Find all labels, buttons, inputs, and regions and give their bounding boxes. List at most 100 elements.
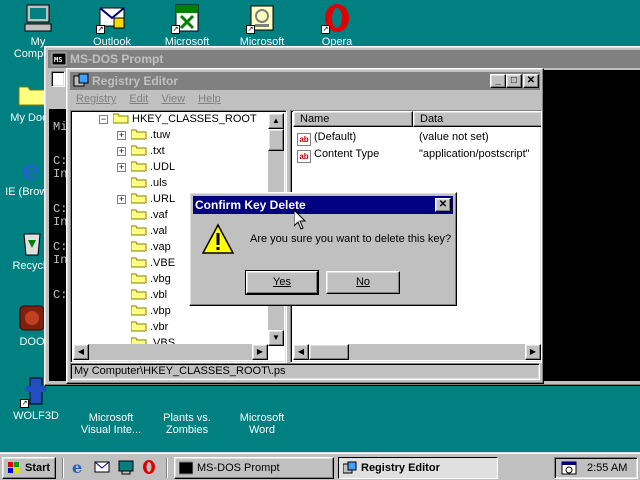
- tree-item-label: .VBE: [150, 257, 176, 269]
- quicklaunch-ie-icon[interactable]: e: [70, 458, 86, 477]
- scroll-left-button[interactable]: ◀: [73, 344, 89, 360]
- menu-registry[interactable]: Registry: [76, 93, 116, 105]
- tree-horizontal-scrollbar[interactable]: ◀ ▶: [73, 344, 268, 360]
- tree-item-label: .vbr: [150, 321, 169, 333]
- desktop-icon-plants-vs-zombies[interactable]: Plants vs. Zombies: [155, 378, 219, 436]
- msdos-icon: MS: [51, 51, 67, 67]
- scroll-right-button[interactable]: ▶: [252, 344, 268, 360]
- start-button[interactable]: Start: [2, 457, 56, 479]
- folder-icon: [130, 224, 147, 236]
- string-value-icon: ab: [297, 150, 311, 163]
- desktop-icon-label: Microsoft Visual Inte...: [80, 412, 142, 436]
- folder-icon: [130, 240, 147, 252]
- tree-item[interactable]: .vbg: [130, 271, 171, 287]
- msdos-title: MS-DOS Prompt: [70, 52, 164, 66]
- scroll-left-button[interactable]: ◀: [293, 344, 309, 360]
- column-header-name[interactable]: Name: [293, 111, 413, 127]
- scroll-thumb[interactable]: [309, 344, 349, 360]
- tree-item[interactable]: .vap: [130, 239, 171, 255]
- outlook-icon: ↗: [96, 2, 128, 34]
- regedit-titlebar[interactable]: Registry Editor _ □ ✕: [70, 72, 540, 90]
- quicklaunch-outlook-icon[interactable]: [94, 459, 110, 475]
- task-label: MS-DOS Prompt: [197, 462, 280, 474]
- expand-icon[interactable]: +: [117, 195, 126, 204]
- scroll-right-button[interactable]: ▶: [525, 344, 541, 360]
- scroll-up-button[interactable]: ▲: [268, 113, 284, 129]
- expand-icon[interactable]: +: [117, 131, 126, 140]
- expand-icon[interactable]: +: [117, 147, 126, 156]
- menu-view[interactable]: View: [161, 93, 185, 105]
- collapse-icon[interactable]: −: [99, 115, 108, 124]
- expand-icon[interactable]: +: [117, 163, 126, 172]
- confirm-delete-dialog[interactable]: Confirm Key Delete ✕ Are you sure you wa…: [189, 192, 457, 306]
- desktop-icon-opera[interactable]: ↗ Opera: [305, 2, 369, 48]
- tree-item[interactable]: .vbr: [130, 319, 169, 335]
- tree-item[interactable]: .val: [130, 223, 168, 239]
- no-button-label: No: [355, 276, 371, 288]
- scroll-thumb[interactable]: [268, 129, 284, 151]
- close-button[interactable]: ✕: [523, 74, 539, 88]
- column-header-data[interactable]: Data: [413, 111, 541, 127]
- tray-scheduler-icon[interactable]: [561, 461, 577, 475]
- value-data: "application/postscript": [419, 148, 530, 160]
- yes-button[interactable]: Yes: [245, 270, 319, 295]
- tree-root[interactable]: − HKEY_CLASSES_ROOT: [99, 111, 257, 127]
- folder-icon: [130, 288, 147, 300]
- tree-item-label: .txt: [150, 145, 165, 157]
- tree-item[interactable]: .vaf: [130, 207, 168, 223]
- tree-item[interactable]: + .tuw: [117, 127, 170, 143]
- svg-text:MS: MS: [54, 56, 62, 64]
- scroll-down-button[interactable]: ▼: [268, 330, 284, 346]
- tree-item[interactable]: + .URL: [117, 191, 175, 207]
- quicklaunch-opera-icon[interactable]: [141, 459, 157, 475]
- regedit-icon: [342, 461, 357, 475]
- value-name: (Default): [314, 131, 357, 143]
- desktop-icon-microsoft-tool[interactable]: ↗ Microsoft: [230, 2, 294, 48]
- msdos-titlebar[interactable]: MS MS-DOS Prompt: [48, 50, 640, 68]
- start-label: Start: [25, 462, 51, 474]
- desktop-icon-word[interactable]: Microsoft Word: [230, 378, 294, 436]
- dialog-titlebar[interactable]: Confirm Key Delete ✕: [193, 196, 453, 214]
- shortcut-arrow-icon: ↗: [246, 25, 255, 34]
- menu-edit[interactable]: Edit: [129, 93, 148, 105]
- folder-icon: [130, 272, 147, 284]
- tree-item-label: .tuw: [150, 129, 171, 141]
- tree-item[interactable]: .vbl: [130, 287, 168, 303]
- tree-item[interactable]: + .UDL: [117, 159, 175, 175]
- maximize-button[interactable]: □: [506, 74, 522, 88]
- dialog-close-button[interactable]: ✕: [435, 198, 451, 212]
- mouse-cursor-icon: [293, 208, 307, 230]
- tree-item[interactable]: .VBE: [130, 255, 176, 271]
- clock[interactable]: 2:55 AM: [587, 461, 627, 475]
- desktop-icon-label: WOLF3D: [13, 410, 59, 422]
- tree-item[interactable]: .uls: [130, 175, 167, 191]
- value-row[interactable]: ab (Default): [297, 129, 357, 146]
- tree-item-label: .vbg: [150, 273, 171, 285]
- folder-icon: [130, 128, 147, 140]
- string-value-icon: ab: [297, 133, 311, 146]
- tree-item-label: .vbl: [150, 289, 168, 301]
- desktop-icon-outlook[interactable]: ↗ Outlook: [80, 2, 144, 48]
- task-registry-editor[interactable]: Registry Editor: [338, 457, 498, 479]
- menu-help[interactable]: Help: [198, 93, 221, 105]
- tree-item-label: .val: [150, 225, 168, 237]
- task-msdos-prompt[interactable]: MS-DOS Prompt: [174, 457, 334, 479]
- taskbar-separator: [166, 458, 168, 478]
- opera-icon: ↗: [321, 2, 353, 34]
- folder-icon: [130, 208, 147, 220]
- font-size-box[interactable]: [51, 71, 65, 87]
- shortcut-arrow-icon: ↗: [321, 25, 330, 34]
- folder-icon: [130, 256, 147, 268]
- tree-item[interactable]: + .txt: [117, 143, 165, 159]
- yes-button-label: Yes: [273, 276, 291, 288]
- values-horizontal-scrollbar[interactable]: ◀ ▶: [293, 344, 541, 360]
- quicklaunch-desktop-icon[interactable]: [118, 459, 134, 475]
- folder-icon: [130, 160, 147, 172]
- desktop-icon-excel[interactable]: ↗ Microsoft: [155, 2, 219, 48]
- value-row[interactable]: ab Content Type: [297, 146, 379, 163]
- desktop-icon-visual-interdev[interactable]: Microsoft Visual Inte...: [79, 378, 143, 436]
- status-bar: My Computer\HKEY_CLASSES_ROOT\.ps: [70, 363, 540, 380]
- tree-item[interactable]: .vbp: [130, 303, 171, 319]
- no-button[interactable]: No: [326, 271, 400, 294]
- minimize-button[interactable]: _: [490, 74, 506, 88]
